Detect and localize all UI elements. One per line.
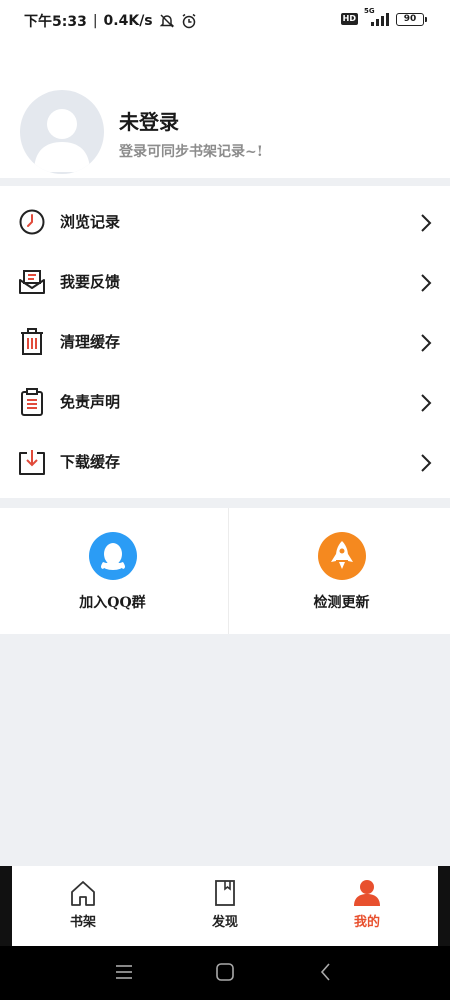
network-speed: 0.4K/s [103,13,153,29]
menu-item-label: 我要反馈 [60,273,121,291]
chevron-right-icon [421,454,432,472]
menu-item-label: 清理缓存 [60,333,121,351]
settings-menu: 浏览记录 我要反馈 清理缓存 免责声明 下载缓存 [0,186,450,498]
menu-icon[interactable] [113,961,135,983]
feedback-envelope-icon [19,270,45,294]
bottom-tab-bar: 书架 发现 我的 [0,866,450,946]
battery-icon: 90 [396,12,427,26]
rocket-icon [317,532,366,580]
tile-label: 检测更新 [313,595,370,611]
person-icon [354,880,380,906]
download-tray-icon [19,450,45,475]
qq-penguin-icon [88,532,137,580]
profile-header[interactable]: 未登录 登录可同步书架记录~! [0,42,450,178]
book-icon [215,880,235,906]
alarm-icon [181,13,197,29]
status-time: 下午5:33 [24,14,87,30]
signal-icon: 5G [364,7,390,26]
chevron-right-icon [421,274,432,292]
battery-level: 90 [403,13,417,24]
network-type: 5G [364,7,375,15]
tab-mine[interactable]: 我的 [296,866,438,946]
menu-item-feedback[interactable]: 我要反馈 [0,252,450,312]
default-user-icon [34,109,90,172]
menu-item-download-cache[interactable]: 下载缓存 [0,432,450,492]
menu-item-label: 浏览记录 [60,213,121,231]
home-icon[interactable] [214,961,236,983]
tab-label: 发现 [211,915,238,930]
menu-item-label: 下载缓存 [60,453,121,471]
menu-item-label: 免责声明 [60,393,121,411]
back-icon[interactable] [315,961,337,983]
tab-discover[interactable]: 发现 [154,866,296,946]
clipboard-icon [21,388,43,416]
user-name[interactable]: 未登录 [119,106,179,135]
house-icon [71,881,95,906]
chevron-right-icon [421,214,432,232]
chevron-right-icon [421,394,432,412]
menu-item-clear-cache[interactable]: 清理缓存 [0,312,450,372]
status-bar: 下午5:33 | 0.4K/s HD 5G 90 [0,0,450,42]
chevron-right-icon [421,334,432,352]
tab-label: 我的 [353,915,380,930]
tile-label: 加入QQ群 [79,595,146,611]
menu-item-history[interactable]: 浏览记录 [0,192,450,252]
clock-icon [19,209,45,235]
join-qq-group-button[interactable]: 加入QQ群 [0,508,225,634]
hd-badge: HD [340,13,358,25]
tab-label: 书架 [69,915,96,930]
action-tiles: 加入QQ群 检测更新 [0,508,450,634]
tab-bookshelf[interactable]: 书架 [12,866,154,946]
avatar[interactable] [20,90,104,174]
menu-item-disclaimer[interactable]: 免责声明 [0,372,450,432]
check-update-button[interactable]: 检测更新 [229,508,450,634]
trash-icon [21,328,43,355]
login-hint: 登录可同步书架记录~! [119,144,263,160]
system-nav-bar [0,946,450,1000]
mute-icon [159,13,175,29]
